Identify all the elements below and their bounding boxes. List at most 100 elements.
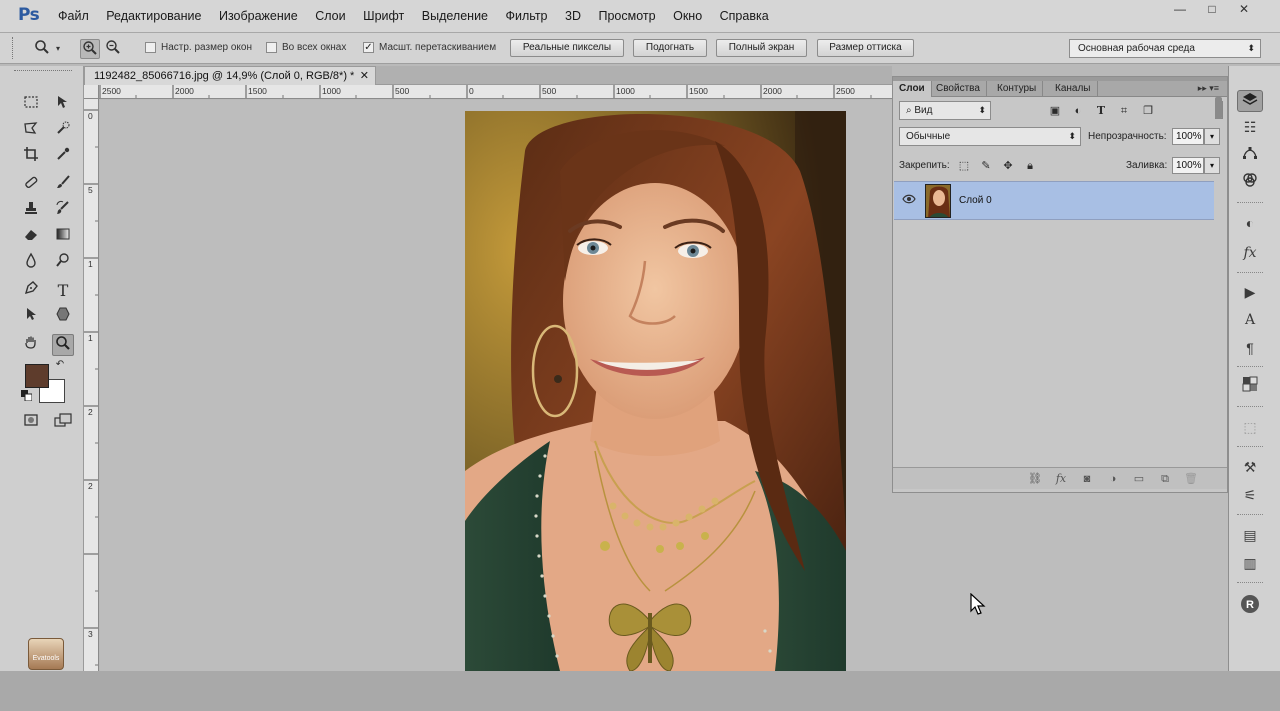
panel-menu-icon[interactable]: ▸▸ ▾≡ <box>1198 81 1219 96</box>
history-brush-tool-icon[interactable] <box>52 200 74 222</box>
filter-pixel-icon[interactable]: ▣ <box>1048 104 1062 118</box>
add-mask-icon[interactable]: ◙ <box>1079 471 1095 487</box>
maximize-button[interactable]: □ <box>1198 2 1226 18</box>
default-colors-icon[interactable] <box>20 390 32 402</box>
dodge-tool-icon[interactable] <box>52 252 74 274</box>
lasso-tool-icon[interactable] <box>20 120 42 142</box>
shape-tool-icon[interactable] <box>52 306 74 328</box>
zoom-in-icon[interactable] <box>80 39 100 59</box>
menu-select[interactable]: Выделение <box>422 9 488 23</box>
ruler-origin[interactable] <box>84 85 99 99</box>
adjustments-icon[interactable]: ◐ <box>1237 212 1263 234</box>
clone-stamp-tool-icon[interactable] <box>20 200 42 222</box>
zoom-tool-preset-icon[interactable] <box>32 39 52 59</box>
close-document-icon[interactable]: ✕ <box>360 69 369 82</box>
brush-tool-icon[interactable] <box>52 174 74 196</box>
menu-help[interactable]: Справка <box>720 9 769 23</box>
swatches-icon[interactable] <box>1237 376 1263 398</box>
fill-dropdown-icon[interactable]: ▾ <box>1204 157 1220 174</box>
document-tab[interactable]: 1192482_85066716.jpg @ 14,9% (Слой 0, RG… <box>84 66 376 85</box>
blend-mode-select[interactable]: Обычные ⬍ <box>899 127 1081 146</box>
opacity-input[interactable]: 100% ▾ <box>1172 128 1220 145</box>
lock-position-icon[interactable]: ✥ <box>1001 159 1015 173</box>
menu-layer[interactable]: Слои <box>315 9 345 23</box>
menu-window[interactable]: Окно <box>673 9 702 23</box>
move-tool-icon[interactable] <box>52 94 74 116</box>
gradient-tool-icon[interactable] <box>52 226 74 248</box>
navigator-icon[interactable]: ⬚ <box>1237 416 1263 438</box>
tools-grip[interactable] <box>14 70 72 73</box>
marquee-tool-icon[interactable] <box>20 94 42 116</box>
character-icon[interactable]: A <box>1237 309 1263 331</box>
resize-windows-checkbox[interactable]: Настр. размер окон <box>145 42 252 53</box>
fit-screen-button[interactable]: Подогнать <box>633 39 707 57</box>
channels-icon[interactable] <box>1237 172 1263 194</box>
zoom-tool-icon[interactable] <box>52 334 74 356</box>
paths-icon[interactable] <box>1237 144 1263 166</box>
trash-icon[interactable]: 🗑︎ <box>1183 471 1199 487</box>
paragraph-icon[interactable]: ¶ <box>1237 337 1263 359</box>
actual-pixels-button[interactable]: Реальные пикселы <box>510 39 624 57</box>
vertical-ruler[interactable]: 0 5 1 1 2 2 3 <box>84 99 99 671</box>
notes-icon[interactable]: ▥ <box>1237 552 1263 574</box>
lock-all-icon[interactable]: 🔒︎ <box>1023 159 1037 173</box>
screen-mode-icon[interactable] <box>52 412 74 434</box>
swap-colors-icon[interactable]: ↶ <box>54 359 66 371</box>
filter-shape-icon[interactable]: ⌗ <box>1117 104 1131 118</box>
document-image[interactable] <box>465 111 846 671</box>
close-button[interactable]: ✕ <box>1230 2 1258 18</box>
all-windows-checkbox[interactable]: Во всех окнах <box>266 42 346 53</box>
options-grip[interactable] <box>12 37 15 59</box>
visibility-eye-icon[interactable] <box>902 194 916 206</box>
eyedropper-tool-icon[interactable] <box>52 146 74 168</box>
hand-tool-icon[interactable] <box>20 334 42 356</box>
tab-layers[interactable]: Слои <box>893 81 932 97</box>
preset-dropdown-icon[interactable]: ▾ <box>52 39 64 59</box>
pen-tool-icon[interactable] <box>20 280 42 302</box>
fill-screen-button[interactable]: Полный экран <box>716 39 807 57</box>
filter-adjustment-icon[interactable]: ◐ <box>1071 104 1085 118</box>
layers-panel-icon[interactable] <box>1237 90 1263 112</box>
healing-brush-tool-icon[interactable] <box>20 174 42 196</box>
layer-filter-select[interactable]: ⌕ Вид ⬍ <box>899 101 991 120</box>
tab-channels[interactable]: Каналы <box>1049 81 1098 97</box>
minimize-button[interactable]: — <box>1166 2 1194 18</box>
menu-view[interactable]: Просмотр <box>599 9 656 23</box>
scrubby-zoom-checkbox[interactable]: ✓ Масшт. перетаскиванием <box>363 42 496 53</box>
print-size-button[interactable]: Размер оттиска <box>817 39 914 57</box>
adjustment-layer-icon[interactable]: ◑ <box>1105 471 1121 487</box>
filter-type-icon[interactable]: T <box>1094 104 1108 118</box>
tab-paths[interactable]: Контуры <box>991 81 1044 97</box>
panel-scrollbar[interactable] <box>1215 97 1222 119</box>
menu-file[interactable]: Файл <box>58 9 89 23</box>
quick-mask-icon[interactable] <box>20 412 42 434</box>
clone-source-icon[interactable]: ▤ <box>1237 524 1263 546</box>
quick-selection-tool-icon[interactable] <box>52 120 74 142</box>
lock-pixels-icon[interactable]: ✎ <box>979 159 993 173</box>
menu-type[interactable]: Шрифт <box>363 9 404 23</box>
new-group-icon[interactable]: ▭ <box>1131 471 1147 487</box>
horizontal-ruler[interactable]: 2500 2000 1500 1000 500 0 500 1000 1500 … <box>99 85 892 99</box>
link-layers-icon[interactable]: ⛓ <box>1027 471 1043 487</box>
foreground-color-swatch[interactable] <box>25 364 49 388</box>
menu-edit[interactable]: Редактирование <box>106 9 201 23</box>
menu-filter[interactable]: Фильтр <box>506 9 548 23</box>
actions-play-icon[interactable]: ▶ <box>1237 281 1263 303</box>
opacity-dropdown-icon[interactable]: ▾ <box>1204 128 1220 145</box>
fx-icon[interactable]: fx <box>1053 471 1069 487</box>
styles-icon[interactable]: fx <box>1237 242 1263 264</box>
layer-name[interactable]: Слой 0 <box>959 195 992 206</box>
lock-transparent-icon[interactable]: ⬚ <box>957 159 971 173</box>
menu-3d[interactable]: 3D <box>565 9 581 23</box>
new-layer-icon[interactable]: ⧉ <box>1157 471 1173 487</box>
tool-presets-icon[interactable]: ⚒ <box>1237 456 1263 478</box>
brush-presets-icon[interactable]: ⚟ <box>1237 484 1263 506</box>
fill-input[interactable]: 100% ▾ <box>1172 157 1220 174</box>
tab-properties[interactable]: Свойства <box>930 81 987 97</box>
layer-row[interactable]: Слой 0 <box>894 181 1214 220</box>
eraser-tool-icon[interactable] <box>20 226 42 248</box>
type-tool-icon[interactable]: T <box>52 280 74 302</box>
path-selection-tool-icon[interactable] <box>20 306 42 328</box>
zoom-out-icon[interactable] <box>103 39 123 59</box>
menu-image[interactable]: Изображение <box>219 9 298 23</box>
